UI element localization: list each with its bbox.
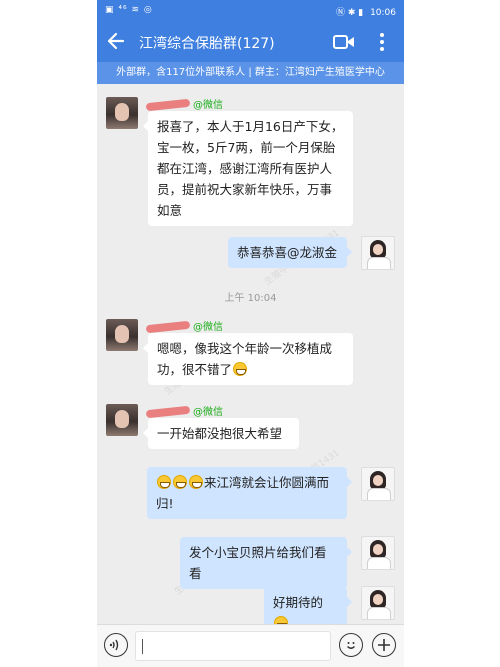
chat-title: 江湾综合保胎群(127)	[139, 36, 275, 52]
message-bubble[interactable]: 一开始都没抱很大希望	[143, 418, 299, 449]
emoji-icon[interactable]	[339, 633, 363, 657]
sender-name: @微信	[145, 403, 223, 419]
grin-emoji-icon	[189, 475, 203, 489]
status-time: 10:06	[370, 8, 396, 18]
group-info-banner[interactable]: 外部群，含117位外部联系人 | 群主：江湾妇产生殖医学中心	[97, 62, 404, 84]
avatar[interactable]	[106, 404, 138, 436]
voice-icon[interactable]	[104, 633, 128, 657]
chat-screen: ▣ ⁴⁶ ≋ ◎ Ⓝ ✱ ▮ 10:06 江湾综合保胎群(127) 外部群，含1…	[97, 0, 404, 667]
status-bar: ▣ ⁴⁶ ≋ ◎ Ⓝ ✱ ▮ 10:06	[97, 0, 404, 22]
avatar[interactable]	[361, 236, 395, 270]
sender-name: @微信	[145, 318, 223, 334]
message-input[interactable]	[135, 631, 331, 661]
video-call-icon[interactable]	[333, 33, 355, 51]
message-bubble[interactable]: 恭喜恭喜@龙淑金	[228, 237, 352, 268]
avatar[interactable]	[361, 586, 395, 620]
status-right-icons: Ⓝ ✱ ▮	[335, 8, 364, 18]
more-vertical-icon[interactable]	[378, 31, 386, 53]
message-bubble[interactable]: 报喜了，本人于1月16日产下女，宝一枚，5斤7两，前一个月保胎都在江湾，感谢江湾…	[143, 111, 353, 226]
message-bubble[interactable]: 来江湾就会让你圆满而归!	[147, 467, 352, 519]
avatar[interactable]	[106, 319, 138, 351]
sender-name: @微信	[145, 96, 223, 112]
text-caret	[142, 639, 143, 654]
timestamp: 上午 10:04	[224, 293, 277, 304]
plus-icon[interactable]	[372, 633, 396, 657]
grin-emoji-icon	[233, 362, 248, 376]
back-arrow-icon[interactable]	[107, 31, 125, 56]
avatar[interactable]	[361, 467, 395, 501]
message-bubble[interactable]: 嗯嗯，像我这个年龄一次移植成功，很不错了	[143, 333, 353, 385]
message-bubble[interactable]: 发个小宝贝照片给我们看看	[180, 537, 352, 589]
status-icons: ▣ ⁴⁶ ≋ ◎	[105, 5, 153, 15]
grin-emoji-icon	[173, 475, 187, 489]
title-bar: 江湾综合保胎群(127)	[97, 22, 404, 62]
input-bar	[97, 624, 404, 667]
avatar[interactable]	[361, 536, 395, 570]
avatar[interactable]	[106, 97, 138, 129]
grin-emoji-icon	[157, 475, 171, 489]
